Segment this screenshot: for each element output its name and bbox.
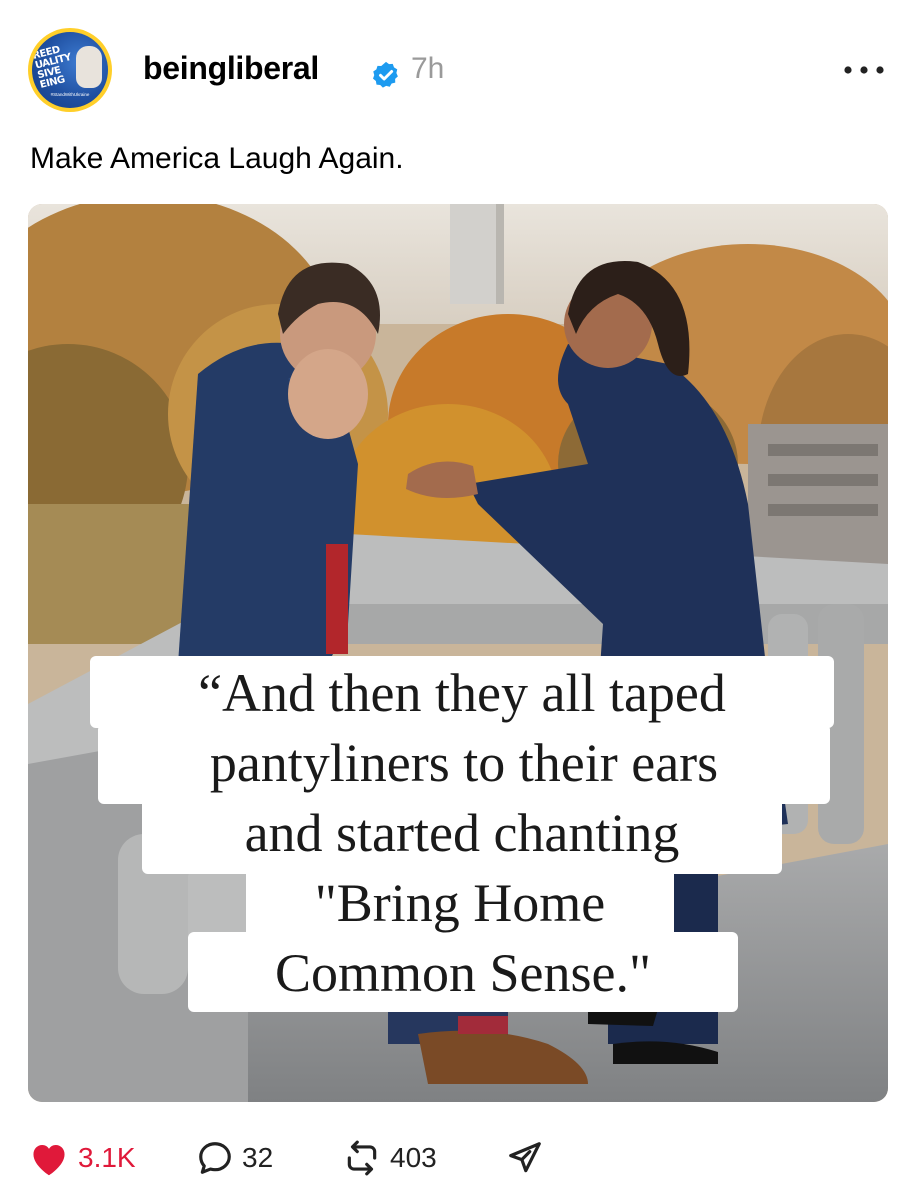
- quote-line-3: and started chanting: [244, 803, 680, 863]
- repost-button[interactable]: 403: [342, 1130, 437, 1186]
- avatar-face: [76, 46, 102, 88]
- share-button[interactable]: [506, 1130, 544, 1186]
- avatar[interactable]: REED UALITY SIVE EING #StandWithUkraine: [28, 28, 112, 112]
- like-button[interactable]: 3.1K: [28, 1130, 136, 1186]
- quote-line-4: "Bring Home: [314, 873, 606, 933]
- action-bar: 3.1K 32 403: [28, 1130, 888, 1186]
- reply-button[interactable]: 32: [196, 1130, 273, 1186]
- reply-count: 32: [242, 1142, 274, 1173]
- quote-line-1: “And then they all taped: [198, 663, 726, 723]
- avatar-image: REED UALITY SIVE EING #StandWithUkraine: [32, 32, 108, 108]
- heart-icon: [33, 1145, 65, 1176]
- timestamp: 7h: [411, 52, 445, 85]
- post-caption: Make America Laugh Again.: [30, 142, 404, 175]
- quote-line-2: pantyliners to their ears: [209, 733, 719, 793]
- speech-bubble-icon: [199, 1142, 231, 1174]
- repost-icon: [347, 1140, 377, 1176]
- ellipsis-icon[interactable]: [840, 56, 888, 84]
- verified-badge-icon: [373, 61, 398, 88]
- post-image[interactable]: “And then they all taped pantyliners to …: [28, 204, 888, 1102]
- like-count: 3.1K: [78, 1142, 136, 1173]
- quote-line-5: Common Sense.": [274, 943, 652, 1003]
- post-header: REED UALITY SIVE EING #StandWithUkraine …: [28, 28, 888, 114]
- repost-count: 403: [390, 1142, 437, 1173]
- username[interactable]: beingliberal: [143, 50, 319, 87]
- avatar-tag: #StandWithUkraine: [50, 92, 90, 97]
- paper-plane-icon: [509, 1142, 541, 1173]
